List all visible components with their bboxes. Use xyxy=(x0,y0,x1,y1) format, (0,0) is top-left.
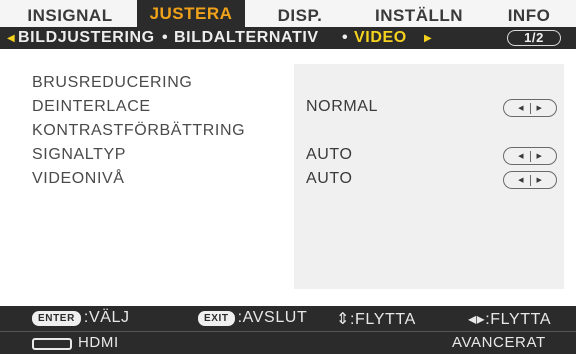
right-triangle-icon[interactable]: ▶ xyxy=(537,152,542,160)
subtab-video[interactable]: VIDEO xyxy=(354,29,407,47)
subtab-bildalternativ[interactable]: BILDALTERNATIV xyxy=(174,29,319,47)
menu-content: BRUSREDUCERING DEINTERLACE NORMAL ◀ ▶ KON… xyxy=(0,49,576,294)
menu-item-deinterlace[interactable]: DEINTERLACE xyxy=(32,98,151,116)
exit-hint: EXIT :AVSLUT xyxy=(198,309,307,327)
right-arrow-icon[interactable]: ▶ xyxy=(424,33,432,44)
source-label: HDMI xyxy=(78,334,119,351)
deinterlace-value: NORMAL xyxy=(306,98,379,115)
tab-installn[interactable]: INSTÄLLN xyxy=(358,4,480,27)
exit-key-icon: EXIT xyxy=(198,310,235,326)
videoniva-value: AUTO xyxy=(306,170,353,187)
main-tab-bar: INSIGNAL JUSTERA DISP. INSTÄLLN INFO xyxy=(0,0,576,27)
left-triangle-icon[interactable]: ◀ xyxy=(518,176,523,184)
left-arrow-icon[interactable]: ◀ xyxy=(7,33,15,44)
enter-hint: ENTER :VÄLJ xyxy=(32,309,130,327)
footer-bar: ENTER :VÄLJ EXIT :AVSLUT ⇕:FLYTTA ◂▸:FLY… xyxy=(0,306,576,354)
tab-info[interactable]: INFO xyxy=(494,4,564,27)
leftright-hint: ◂▸:FLYTTA xyxy=(468,311,552,328)
menu-item-brusreducering[interactable]: BRUSREDUCERING xyxy=(32,74,192,92)
sub-navigation-bar: ◀ BILDJUSTERING • BILDALTERNATIV • VIDEO… xyxy=(0,27,576,49)
left-triangle-icon[interactable]: ◀ xyxy=(518,104,523,112)
signaltyp-value: AUTO xyxy=(306,146,353,163)
exit-hint-label: :AVSLUT xyxy=(237,309,308,326)
enter-hint-label: :VÄLJ xyxy=(83,309,130,326)
separator-dot: • xyxy=(342,29,349,46)
updown-hint: ⇕:FLYTTA xyxy=(336,311,416,328)
left-triangle-icon[interactable]: ◀ xyxy=(518,152,523,160)
deinterlace-adjust-control[interactable]: ◀ ▶ xyxy=(503,99,557,117)
hdmi-icon xyxy=(32,338,72,350)
tab-disp[interactable]: DISP. xyxy=(254,4,346,27)
menu-item-kontrastforbattring[interactable]: KONTRASTFÖRBÄTTRING xyxy=(32,122,245,140)
enter-key-icon: ENTER xyxy=(32,310,81,326)
page-indicator: 1/2 xyxy=(507,30,561,46)
menu-item-signaltyp[interactable]: SIGNALTYP xyxy=(32,146,126,164)
tab-justera[interactable]: JUSTERA xyxy=(137,0,245,27)
right-triangle-icon[interactable]: ▶ xyxy=(537,104,542,112)
mode-label: AVANCERAT xyxy=(452,334,546,351)
separator-dot: • xyxy=(162,29,169,46)
videoniva-adjust-control[interactable]: ◀ ▶ xyxy=(503,171,557,189)
footer-divider xyxy=(0,331,576,332)
signaltyp-adjust-control[interactable]: ◀ ▶ xyxy=(503,147,557,165)
subtab-bildjustering[interactable]: BILDJUSTERING xyxy=(18,29,155,47)
menu-item-videoniva[interactable]: VIDEONIVÅ xyxy=(32,170,125,188)
right-triangle-icon[interactable]: ▶ xyxy=(537,176,542,184)
tab-insignal[interactable]: INSIGNAL xyxy=(14,4,126,27)
